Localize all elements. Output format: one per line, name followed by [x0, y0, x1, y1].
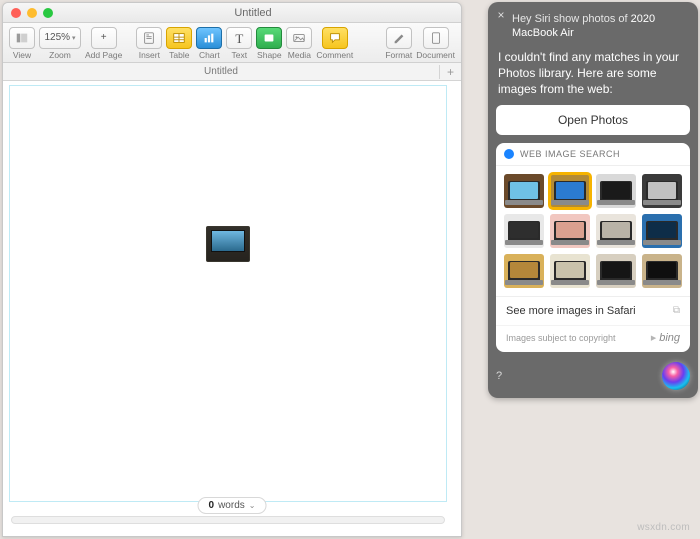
word-count-label: words	[218, 500, 245, 511]
document-tab[interactable]: Untitled	[3, 66, 439, 77]
fullscreen-window-button[interactable]	[43, 8, 53, 18]
image-result-thumb[interactable]	[504, 174, 544, 208]
card-title: WEB IMAGE SEARCH	[520, 149, 620, 159]
insert-button[interactable]	[136, 27, 162, 49]
view-label: View	[13, 50, 31, 60]
chart-label: Chart	[199, 50, 220, 60]
external-link-icon: ⧉	[673, 305, 680, 316]
add-page-label: Add Page	[85, 50, 122, 60]
zoom-label: Zoom	[49, 50, 71, 60]
image-result-thumb[interactable]	[596, 174, 636, 208]
watermark: wsxdn.com	[637, 522, 690, 533]
image-result-thumb[interactable]	[504, 214, 544, 248]
horizontal-scrollbar[interactable]	[11, 516, 445, 524]
document-canvas[interactable]: 0 words ⌄	[3, 81, 461, 536]
inserted-image[interactable]	[206, 226, 250, 262]
attribution-row: Images subject to copyright bing	[496, 325, 690, 352]
image-result-thumb[interactable]	[642, 174, 682, 208]
document-label: Document	[416, 50, 455, 60]
media-label: Media	[288, 50, 311, 60]
close-icon[interactable]: ×	[494, 8, 508, 22]
copyright-label: Images subject to copyright	[506, 333, 616, 343]
help-icon[interactable]: ?	[496, 370, 502, 382]
word-count-pill[interactable]: 0 words ⌄	[198, 497, 267, 514]
image-result-thumb[interactable]	[550, 174, 590, 208]
provider-label: bing	[651, 332, 680, 344]
table-button[interactable]	[166, 27, 192, 49]
image-result-thumb[interactable]	[550, 214, 590, 248]
siri-query-text: Hey Siri show photos of 2020 MacBook Air	[496, 10, 690, 41]
open-photos-button[interactable]: Open Photos	[496, 105, 690, 135]
word-count-value: 0	[209, 500, 215, 511]
siri-results-panel: × Hey Siri show photos of 2020 MacBook A…	[488, 2, 698, 398]
see-more-row[interactable]: See more images in Safari ⧉	[496, 296, 690, 325]
media-button[interactable]	[286, 27, 312, 49]
insert-label: Insert	[139, 50, 160, 60]
source-dot-icon	[504, 149, 514, 159]
window-title: Untitled	[53, 7, 453, 19]
document-button[interactable]	[423, 27, 449, 49]
image-result-thumb[interactable]	[596, 214, 636, 248]
pages-app-window: Untitled View 125%▾ Zoom + Add Page	[2, 2, 462, 537]
comment-label: Comment	[316, 50, 353, 60]
document-tabs: Untitled +	[3, 63, 461, 81]
card-header: WEB IMAGE SEARCH	[496, 143, 690, 166]
chart-button[interactable]	[196, 27, 222, 49]
add-page-button[interactable]: +	[91, 27, 117, 49]
text-label: Text	[232, 50, 248, 60]
image-result-thumb[interactable]	[596, 254, 636, 288]
text-button[interactable]: T	[226, 27, 252, 49]
window-controls	[11, 8, 53, 18]
zoom-dropdown[interactable]: 125%▾	[39, 27, 81, 49]
siri-query-prefix: Hey Siri show photos of	[512, 13, 631, 25]
web-image-search-card: WEB IMAGE SEARCH See more images in Safa…	[496, 143, 690, 352]
image-results-grid	[496, 166, 690, 296]
comment-button[interactable]	[322, 27, 348, 49]
table-label: Table	[169, 50, 189, 60]
image-result-thumb[interactable]	[504, 254, 544, 288]
page[interactable]	[9, 85, 447, 502]
see-more-label: See more images in Safari	[506, 305, 636, 317]
window-titlebar[interactable]: Untitled	[3, 3, 461, 23]
image-result-thumb[interactable]	[642, 214, 682, 248]
image-result-thumb[interactable]	[550, 254, 590, 288]
chevron-down-icon: ▾	[72, 35, 76, 42]
view-menu-button[interactable]	[9, 27, 35, 49]
format-button[interactable]	[386, 27, 412, 49]
zoom-value: 125%	[44, 33, 70, 43]
toolbar: View 125%▾ Zoom + Add Page Insert Ta	[3, 23, 461, 63]
laptop-screen-graphic	[211, 230, 245, 252]
minimize-window-button[interactable]	[27, 8, 37, 18]
format-label: Format	[385, 50, 412, 60]
new-tab-button[interactable]: +	[439, 65, 461, 79]
shape-button[interactable]	[256, 27, 282, 49]
chevron-down-icon: ⌄	[249, 501, 256, 510]
image-result-thumb[interactable]	[642, 254, 682, 288]
siri-orb-icon[interactable]	[662, 362, 690, 390]
close-window-button[interactable]	[11, 8, 21, 18]
siri-response-message: I couldn't find any matches in your Phot…	[496, 49, 690, 98]
siri-footer: ?	[496, 360, 690, 390]
shape-label: Shape	[257, 50, 282, 60]
